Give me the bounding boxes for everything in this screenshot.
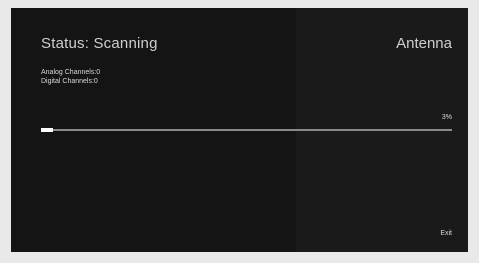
status-title: Status: Scanning xyxy=(41,35,158,52)
scan-screen: Status: Scanning Antenna Analog Channels… xyxy=(11,8,468,252)
exit-button[interactable]: Exit xyxy=(440,230,452,237)
channel-counts: Analog Channels:0 Digital Channels:0 xyxy=(41,68,100,86)
scan-progress-fill xyxy=(41,128,53,132)
progress-percent: 3% xyxy=(441,114,452,121)
scan-progress-bar xyxy=(41,128,452,132)
digital-channels-count: Digital Channels:0 xyxy=(41,78,98,85)
analog-channels-count: Analog Channels:0 xyxy=(41,69,101,76)
signal-source-label: Antenna xyxy=(396,35,452,52)
